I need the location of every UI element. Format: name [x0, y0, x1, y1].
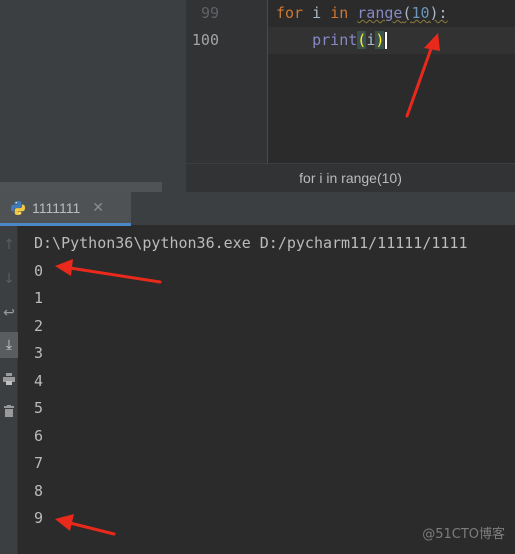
trash-shape [4, 405, 14, 417]
console-command: D:\Python36\python36.exe D:/pycharm11/11… [34, 234, 468, 252]
project-panel [0, 0, 186, 192]
output-line: 7 [34, 454, 44, 472]
print-call: print [312, 31, 358, 49]
line-number-gutter: 99 100 [186, 0, 268, 163]
run-tab-label: 1111111 [32, 199, 81, 216]
output-line: 8 [34, 482, 44, 500]
output-line: 4 [34, 372, 44, 390]
breadcrumb-bar: for i in range(10) [186, 163, 515, 192]
output-line: 3 [34, 344, 44, 362]
line-number: 99 [200, 4, 219, 22]
console-output[interactable]: D:\Python36\python36.exe D:/pycharm11/11… [18, 226, 515, 554]
trash-icon[interactable] [0, 398, 18, 424]
print-icon[interactable] [0, 366, 18, 392]
print-argument: i [366, 31, 376, 49]
arrow-up-icon[interactable]: ↑ [0, 232, 18, 258]
range-call: range [357, 4, 403, 22]
keyword-in: in [330, 4, 349, 22]
output-line: 2 [34, 317, 44, 335]
run-tab-bar: 1111111 ✕ [0, 192, 515, 226]
output-line: 0 [34, 262, 44, 280]
output-line: 6 [34, 427, 44, 445]
code-line[interactable]: for i in range(10): [268, 0, 515, 27]
output-line: 1 [34, 289, 44, 307]
range-argument: 10 [411, 4, 430, 22]
printer-shape [3, 373, 15, 385]
loop-variable: i [303, 4, 331, 22]
python-icon [11, 200, 25, 215]
line-number-current: 100 [191, 31, 219, 49]
code-editor[interactable]: 99 100 for i in range(10): print(i) for … [186, 0, 515, 192]
horizontal-scrollbar[interactable] [0, 182, 162, 192]
code-line-current[interactable]: print(i) [268, 27, 515, 54]
text-caret [385, 32, 388, 49]
breadcrumb[interactable]: for i in range(10) [299, 170, 402, 186]
keyword-for: for [276, 4, 304, 22]
scroll-to-end-icon[interactable]: ⤓ [0, 332, 18, 358]
run-tab[interactable]: 1111111 ✕ [0, 192, 131, 226]
output-line: 9 [34, 509, 44, 527]
arrow-down-icon[interactable]: ↓ [0, 266, 18, 292]
watermark: @51CTO博客 [422, 527, 505, 542]
soft-wrap-icon[interactable]: ↩ [0, 300, 18, 326]
close-icon[interactable]: ✕ [92, 200, 104, 216]
run-toolbar: ↑ ↓ ↩ ⤓ [0, 226, 18, 554]
output-line: 5 [34, 399, 44, 417]
code-area[interactable]: for i in range(10): print(i) [268, 0, 515, 163]
